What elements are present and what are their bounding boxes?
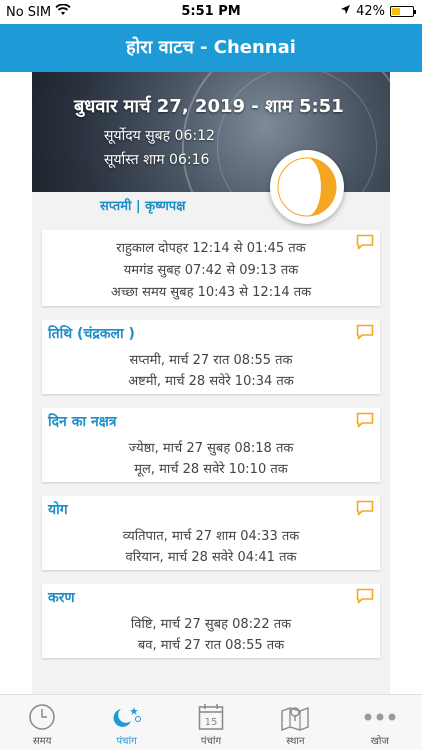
main-content[interactable]: बुधवार मार्च 27, 2019 - शाम 5:51 सूर्योद… — [32, 72, 390, 694]
karana-card-title: करण — [48, 590, 75, 606]
tab-search[interactable]: खोज — [338, 695, 422, 750]
nakshatra-line-2: मूल, मार्च 28 सवेरे 10:10 तक — [134, 462, 288, 477]
tithi-line-1: सप्तमी, मार्च 27 रात 08:55 तक — [129, 353, 293, 368]
tithi-paksha-link[interactable]: सप्तमी | कृष्णपक्ष — [100, 196, 185, 214]
current-date: बुधवार मार्च 27, 2019 - शाम 5:51 — [74, 96, 344, 117]
yamaganda-line: यमगंड सुबह 07:42 से 09:13 तक — [123, 263, 299, 278]
tithi-line-2: अष्टमी, मार्च 28 सवेरे 10:34 तक — [128, 374, 294, 389]
comment-icon[interactable] — [356, 412, 374, 432]
tab-calendar-label: पंचांग — [200, 736, 222, 747]
map-icon — [280, 701, 310, 733]
yoga-line-2: वरियान, मार्च 28 सवेरे 04:41 तक — [125, 550, 297, 565]
calendar-icon: 15 — [198, 701, 224, 733]
app-header: होरा वाटच - Chennai — [0, 24, 422, 72]
rahukaal-card[interactable]: राहुकाल दोपहर 12:14 से 01:45 तक यमगंड सु… — [42, 230, 380, 306]
tab-panchang-calendar[interactable]: 15 पंचांग — [169, 695, 253, 750]
battery-percent: 42% — [356, 4, 385, 19]
status-bar: No SIM 5:51 PM 42% — [0, 0, 422, 24]
calendar-day: 15 — [205, 717, 218, 728]
nakshatra-card-title: दिन का नक्षत्र — [48, 414, 117, 430]
moon-stars-icon — [112, 701, 142, 733]
moon-phase-icon[interactable] — [270, 150, 344, 224]
comment-icon[interactable] — [356, 324, 374, 344]
tithi-card[interactable]: तिथि (चंद्रकला ) सप्तमी, मार्च 27 रात 08… — [42, 320, 380, 394]
page-title: होरा वाटच - Chennai — [126, 37, 296, 58]
tab-panchang-active[interactable]: पंचांग — [84, 695, 168, 750]
more-icon — [362, 701, 398, 733]
tab-bar: समय पंचांग 15 पंचांग स्थान खोज — [0, 694, 422, 750]
comment-icon[interactable] — [356, 500, 374, 520]
tab-time[interactable]: समय — [0, 695, 84, 750]
nakshatra-line-1: ज्येष्ठा, मार्च 27 सुबह 08:18 तक — [128, 441, 294, 456]
tab-location-label: स्थान — [286, 736, 305, 747]
karana-card[interactable]: करण विष्टि, मार्च 27 सुबह 08:22 तक बव, म… — [42, 584, 380, 658]
yoga-line-1: व्यतिपात, मार्च 27 शाम 04:33 तक — [122, 529, 300, 544]
karana-line-1: विष्टि, मार्च 27 सुबह 08:22 तक — [130, 617, 292, 632]
good-time-line: अच्छा समय सुबह 10:43 से 12:14 तक — [110, 285, 312, 300]
status-right: 42% — [340, 4, 416, 19]
tithi-card-title: तिथि (चंद्रकला ) — [48, 326, 135, 342]
tab-search-label: खोज — [370, 736, 389, 747]
sunrise-time: सूर्योदय सुबह 06:12 — [104, 128, 215, 144]
location-arrow-icon — [340, 4, 351, 19]
tab-time-label: समय — [32, 736, 52, 747]
yoga-card-title: योग — [48, 502, 68, 518]
battery-icon — [390, 6, 416, 17]
tab-location[interactable]: स्थान — [253, 695, 337, 750]
clock-icon — [28, 701, 56, 733]
karana-line-2: बव, मार्च 27 रात 08:55 तक — [137, 638, 285, 653]
yoga-card[interactable]: योग व्यतिपात, मार्च 27 शाम 04:33 तक वरिय… — [42, 496, 380, 570]
tab-panchang-label: पंचांग — [116, 736, 137, 747]
rahukaal-line: राहुकाल दोपहर 12:14 से 01:45 तक — [116, 241, 306, 256]
comment-icon[interactable] — [356, 588, 374, 608]
sunset-time: सूर्यास्त शाम 06:16 — [104, 152, 210, 168]
nakshatra-card[interactable]: दिन का नक्षत्र ज्येष्ठा, मार्च 27 सुबह 0… — [42, 408, 380, 482]
